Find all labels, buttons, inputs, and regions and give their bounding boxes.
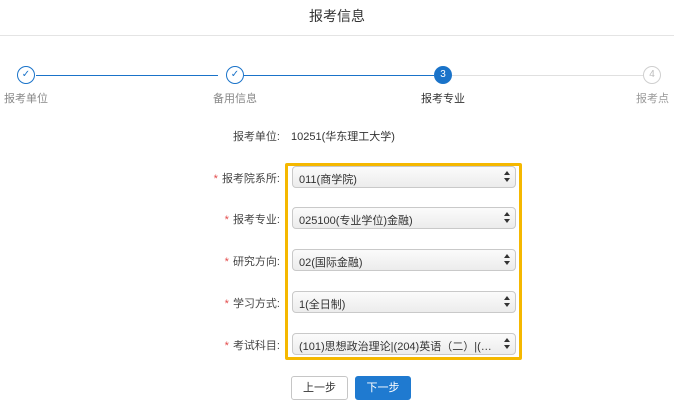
step-connector-2	[244, 75, 434, 76]
step-3-number: 3	[434, 66, 452, 84]
highlight-box	[285, 163, 522, 360]
subjects-label: * 考试科目:	[224, 340, 280, 352]
prev-step-button[interactable]: 上一步	[291, 376, 348, 400]
form-row-unit: 报考单位: 10251(华东理工大学)	[0, 124, 674, 148]
major-label: * 报考专业:	[224, 214, 280, 226]
step-1-label: 报考单位	[4, 93, 48, 105]
page-title: 报考信息	[309, 8, 365, 24]
progress-steps: ✓ ✓ 3 4 报考单位 备用信息 报考专业 报考点	[0, 64, 674, 105]
department-label: * 报考院系所:	[213, 173, 280, 185]
step-2-check-icon: ✓	[226, 66, 244, 84]
step-2-label: 备用信息	[213, 93, 257, 105]
step-3-label: 报考专业	[421, 93, 465, 105]
step-connector-3	[452, 75, 643, 76]
next-step-button[interactable]: 下一步	[355, 376, 411, 400]
step-4-label: 报考点	[636, 93, 669, 105]
step-4-number: 4	[643, 66, 661, 84]
study-mode-label: * 学习方式:	[224, 298, 280, 310]
unit-label: 报考单位:	[232, 131, 280, 143]
step-1-check-icon: ✓	[17, 66, 35, 84]
unit-value: 10251(华东理工大学)	[291, 131, 395, 143]
page-header: 报考信息	[0, 0, 674, 36]
step-connector-1	[36, 75, 218, 76]
direction-label: * 研究方向:	[224, 256, 280, 268]
